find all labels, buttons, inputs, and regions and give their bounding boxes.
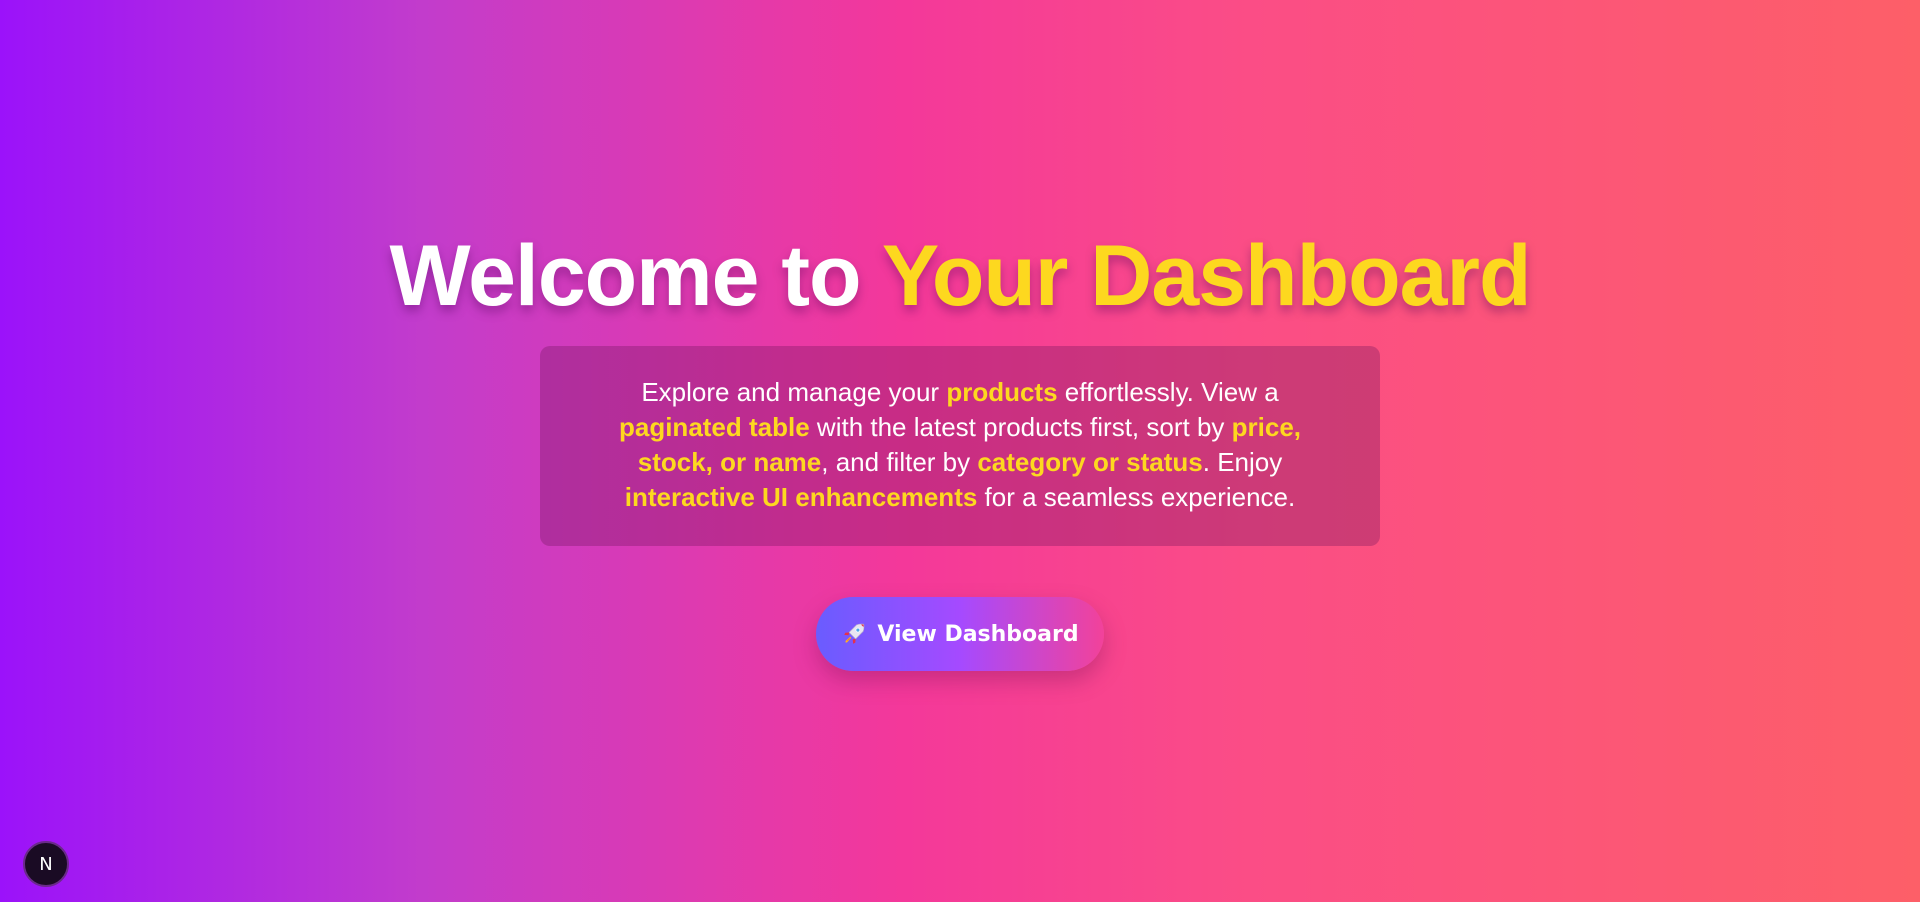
desc-highlight-ui: interactive UI enhancements: [624, 482, 978, 512]
desc-highlight-filters: category or status: [977, 447, 1203, 477]
desc-highlight-products: products: [946, 377, 1058, 407]
desc-text-4: , and filter by: [821, 447, 978, 477]
desc-text-1: Explore and manage your: [641, 377, 947, 407]
view-dashboard-label: View Dashboard: [877, 621, 1079, 647]
description-box: Explore and manage your products effortl…: [540, 346, 1380, 546]
rocket-icon: [841, 621, 867, 647]
nextjs-icon: N: [39, 853, 53, 875]
hero-section: Welcome to Your Dashboard Explore and ma…: [0, 0, 1920, 902]
desc-text-6: for a seamless experience.: [977, 482, 1296, 512]
view-dashboard-button[interactable]: View Dashboard: [816, 597, 1104, 671]
title-prefix: Welcome to: [389, 228, 861, 324]
desc-highlight-paginated-table: paginated table: [618, 412, 810, 442]
page-title: Welcome to Your Dashboard: [0, 228, 1920, 324]
nextjs-dev-badge[interactable]: N: [23, 841, 69, 887]
desc-text-5: . Enjoy: [1202, 447, 1283, 477]
desc-text-2: effortlessly. View a: [1057, 377, 1279, 407]
title-accent: Your Dashboard: [881, 228, 1532, 324]
desc-text-3: with the latest products first, sort by: [809, 412, 1232, 442]
